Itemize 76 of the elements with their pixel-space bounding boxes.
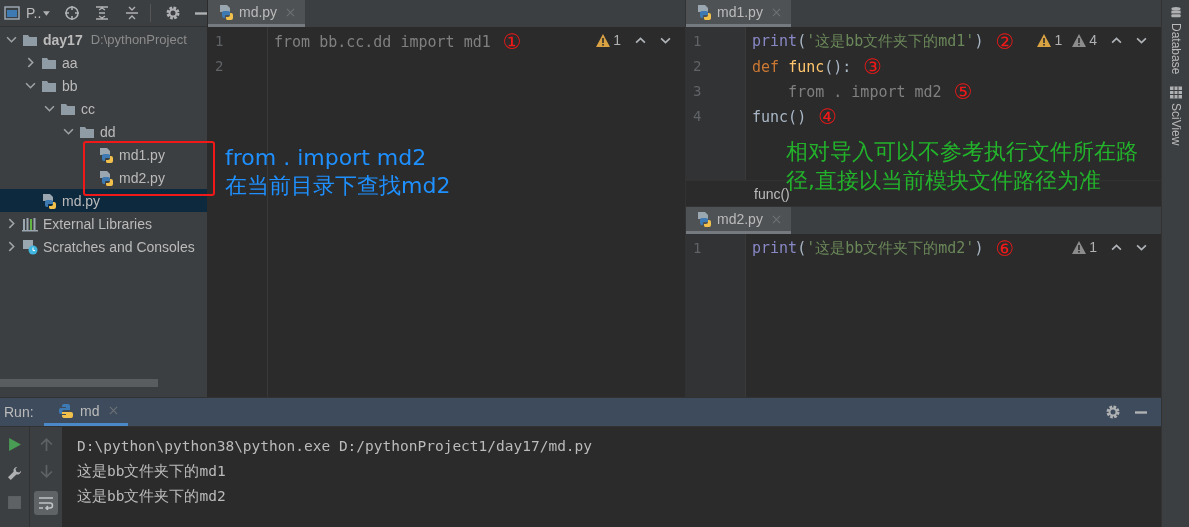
line-number: 1 [214,32,225,51]
minimize-icon[interactable] [1135,409,1147,415]
caret-icon[interactable] [43,10,51,16]
chevron-up-icon[interactable] [1111,241,1122,253]
panel-title: Run: [3,404,35,420]
code-line: from bb.cc.dd import md1 [274,32,491,51]
chevron-down-icon[interactable] [6,34,17,45]
wrench-icon[interactable] [7,466,22,481]
chevron-up-icon[interactable] [635,34,646,46]
settings-icon[interactable] [1105,404,1121,420]
database-icon [1169,6,1182,19]
tree-item[interactable]: md.py [62,192,101,209]
code-line: print('这是bb文件夹下的md1') [752,32,984,51]
annotation-number: ② [995,29,1015,54]
collapse-all-icon[interactable] [124,5,141,21]
warning-count[interactable]: 1 [613,32,621,48]
annotation-number: ⑥ [995,236,1015,261]
console-output: D:\python\python38\python.exe D:/pythonProject1/day17/md.py [77,437,593,456]
chevron-right-icon[interactable] [6,241,17,252]
library-icon [22,215,38,232]
editor-tab[interactable]: md.py [208,0,306,27]
python-icon [58,402,74,419]
soft-wrap-icon [38,496,54,510]
python-file-icon [696,4,712,20]
settings-icon[interactable] [165,5,181,21]
annotation-note: 在当前目录下查找md2 [225,172,451,200]
tool-window-button[interactable]: SciView [1168,86,1183,146]
tree-item[interactable]: md1.py [119,146,165,163]
python-file-icon [41,192,57,209]
tree-item[interactable]: cc [81,100,95,117]
tree-item[interactable]: md2.py [119,169,165,186]
console-output: 这是bb文件夹下的md2 [77,487,227,506]
chevron-down-icon[interactable] [63,126,74,137]
console-output: 这是bb文件夹下的md1 [77,462,227,481]
line-number: 2 [214,57,225,76]
chevron-right-icon[interactable] [25,57,36,68]
chevron-right-icon[interactable] [6,218,17,229]
scratches-icon [22,238,38,255]
tree-item[interactable]: aa [62,54,78,71]
scrollbar-thumb[interactable] [0,379,158,387]
chevron-down-icon[interactable] [44,103,55,114]
code-line: def func(): [752,57,852,76]
code-line: from . import md2 [787,82,942,101]
tree-item[interactable]: dd [100,123,116,140]
tool-window-button[interactable]: Database [1168,6,1183,75]
play-icon[interactable] [7,437,22,452]
crosshair-icon[interactable] [64,5,81,21]
annotation-number: ⑤ [953,79,973,104]
chevron-up-icon[interactable] [1111,34,1122,46]
tree-item[interactable]: bb [62,77,78,94]
tree-item[interactable]: Scratches and Consoles [43,238,195,255]
window-icon [4,5,20,21]
view-selector[interactable]: P.. [26,5,42,21]
python-file-icon [98,146,114,163]
annotation-number: ③ [863,54,883,79]
tree-item[interactable]: day17 [43,31,83,48]
warning-count[interactable]: 4 [1089,32,1097,48]
python-file-icon [98,169,114,186]
editor-tab[interactable]: md2.py [686,207,791,234]
annotation-number: ① [502,29,522,54]
expand-all-icon[interactable] [94,5,111,21]
python-file-icon [696,211,712,227]
minimize-icon[interactable] [195,10,207,16]
tree-item[interactable]: External Libraries [43,215,152,232]
annotation-note: from . import md2 [225,144,428,172]
annotation-number: ④ [818,104,837,129]
code-line: func() [752,107,807,126]
warning-count[interactable]: 1 [1054,32,1063,48]
project-path: D:\pythonProject [90,32,187,47]
grid-icon [1169,86,1182,100]
python-file-icon [218,4,234,20]
soft-wrap-button[interactable] [34,491,58,515]
chevron-down-icon[interactable] [25,80,36,91]
warning-count[interactable]: 1 [1089,239,1097,255]
editor-tab[interactable]: md1.py [686,0,791,27]
code-line: print('这是bb文件夹下的md2') [752,239,984,258]
